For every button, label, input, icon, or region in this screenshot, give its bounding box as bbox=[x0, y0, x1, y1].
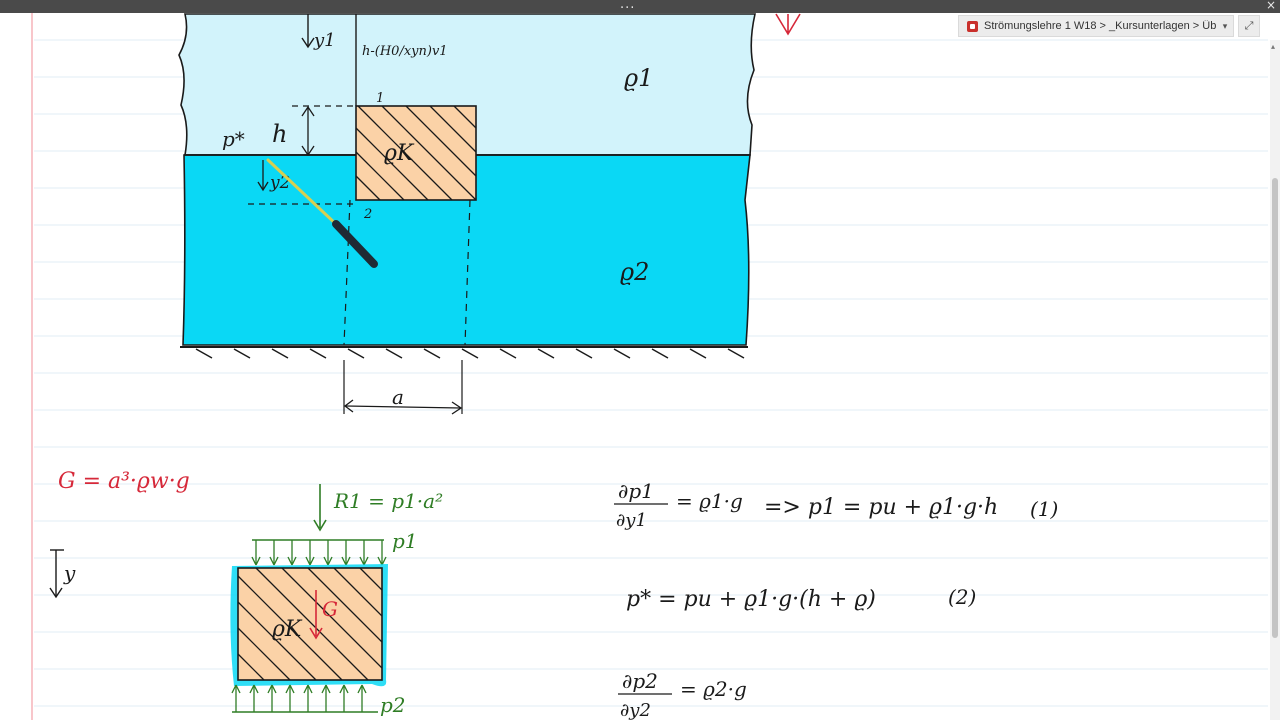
corner-1-label: 1 bbox=[376, 91, 384, 106]
p1-distributed-load bbox=[251, 539, 387, 566]
floor-hatch-stroke bbox=[575, 348, 593, 359]
rho1-label: ϱ1 bbox=[624, 64, 653, 92]
fbd-rhoK-label: ϱK bbox=[272, 617, 303, 642]
eq1-rhs: = ϱ1·g bbox=[676, 489, 743, 513]
floor-hatch-stroke bbox=[271, 348, 289, 359]
p2-label: p2 bbox=[380, 693, 406, 717]
floor-hatch-stroke bbox=[423, 348, 441, 359]
scroll-up-icon[interactable]: ▴ bbox=[1271, 42, 1275, 51]
floor-hatch-stroke bbox=[347, 348, 365, 359]
floor-hatch-stroke bbox=[651, 348, 669, 359]
weight-equation: G = a³·ϱw·g bbox=[58, 469, 190, 494]
eq1-tag: (1) bbox=[1030, 497, 1058, 521]
p-star-label: p* bbox=[222, 127, 245, 151]
floor-hatch-stroke bbox=[461, 348, 479, 359]
top-annotation: h-(H0/xyn)v1 bbox=[362, 44, 448, 59]
note-canvas[interactable]: y1 h-(H0/xyn)v1 h p* 1 2 ϱK y2 a ϱ1 ϱ2 G… bbox=[0, 0, 1270, 720]
eq3-numerator: ∂p2 bbox=[622, 669, 658, 693]
floor-hatch-stroke bbox=[195, 348, 213, 359]
eq3-rhs: = ϱ2·g bbox=[680, 677, 747, 701]
corner-2-label: 2 bbox=[363, 207, 372, 222]
scrollbar-thumb[interactable] bbox=[1272, 178, 1278, 638]
floor-hatching bbox=[195, 348, 745, 359]
eq2-tag: (2) bbox=[948, 585, 976, 609]
floor-hatch-stroke bbox=[233, 348, 251, 359]
floor-hatch-stroke bbox=[537, 348, 555, 359]
floor-hatch-stroke bbox=[385, 348, 403, 359]
y-axis-label: y bbox=[63, 561, 76, 585]
floor-hatch-stroke bbox=[613, 348, 631, 359]
y2-label: y2 bbox=[269, 173, 290, 193]
rho2-label: ϱ2 bbox=[620, 258, 649, 286]
y1-label: y1 bbox=[313, 30, 336, 51]
eq1-denominator: ∂y1 bbox=[616, 510, 647, 531]
h-label: h bbox=[272, 120, 287, 148]
p1-label: p1 bbox=[392, 529, 418, 553]
eq2: p* = pu + ϱ1·g·(h + ϱ) bbox=[626, 587, 876, 612]
eq1-numerator: ∂p1 bbox=[618, 479, 654, 503]
floor-hatch-stroke bbox=[309, 348, 327, 359]
fbd-G-label: G bbox=[322, 597, 338, 621]
p2-distributed-load bbox=[231, 684, 378, 713]
a-label: a bbox=[392, 385, 404, 409]
eq1-result: => p1 = pu + ϱ1·g·h bbox=[764, 495, 998, 520]
floor-hatch-stroke bbox=[499, 348, 517, 359]
rhoK-label: ϱK bbox=[384, 141, 415, 166]
vertical-scrollbar[interactable]: ▴ bbox=[1270, 40, 1280, 720]
red-down-arrow-icon bbox=[775, 13, 801, 36]
eq3-denominator: ∂y2 bbox=[620, 700, 651, 720]
R1-equation: R1 = p1·a² bbox=[333, 489, 443, 513]
floating-body bbox=[355, 105, 477, 201]
floor-hatch-stroke bbox=[727, 348, 745, 359]
floor-hatch-stroke bbox=[689, 348, 707, 359]
